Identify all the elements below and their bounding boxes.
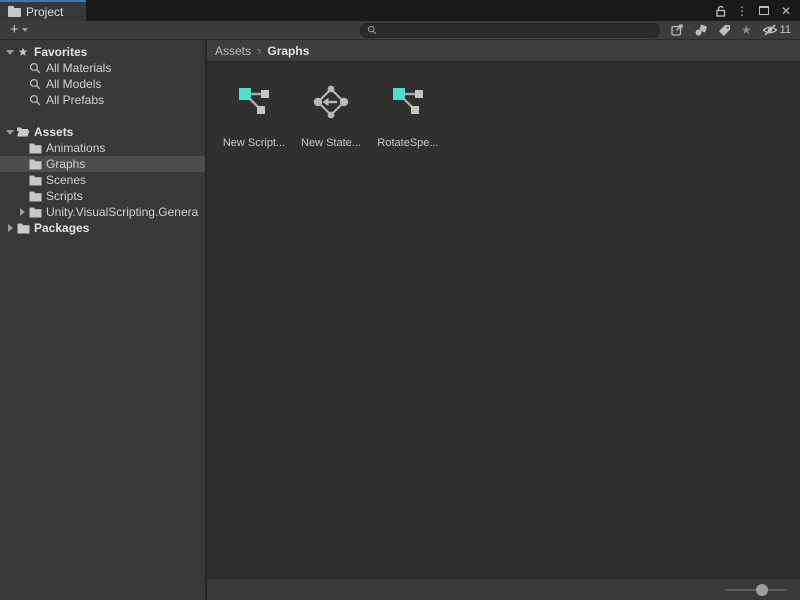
sidebar-item-unity-visualscripting[interactable]: Unity.VisualScripting.Genera (0, 204, 205, 220)
sidebar-item-all-prefabs[interactable]: All Prefabs (0, 92, 205, 108)
unlock-icon[interactable] (712, 3, 728, 19)
status-bar (207, 578, 800, 600)
sidebar-item-label: All Prefabs (46, 93, 104, 107)
content-panel: Assets › Graphs New Script (207, 40, 800, 600)
search-icon (28, 62, 42, 74)
project-window: Project ⋮ ✕ + (0, 0, 800, 600)
script-graph-icon (236, 84, 272, 120)
sidebar-item-label: Packages (34, 221, 89, 235)
sidebar-item-assets[interactable]: Assets (0, 124, 205, 140)
folder-icon (28, 175, 42, 186)
search-icon (28, 94, 42, 106)
window-controls: ⋮ ✕ (712, 0, 800, 21)
asset-item-new-state[interactable]: New State... (294, 84, 368, 149)
open-folder-icon (16, 126, 30, 138)
asset-label: RotateSpe... (377, 137, 438, 149)
search-icon (367, 25, 377, 35)
open-in-new-window-icon[interactable] (665, 22, 689, 39)
folder-icon (28, 159, 42, 170)
tab-project[interactable]: Project (0, 0, 86, 21)
plus-icon: + (10, 22, 19, 37)
sidebar-item-all-models[interactable]: All Models (0, 76, 205, 92)
folder-icon (28, 207, 42, 218)
folder-icon (8, 6, 21, 17)
hidden-count-toggle[interactable]: 11 (757, 22, 796, 39)
search-by-label-icon[interactable] (713, 22, 736, 39)
tab-label: Project (26, 5, 63, 19)
state-graph-icon (313, 84, 349, 120)
sidebar-item-label: Scripts (46, 189, 83, 203)
breadcrumb: Assets › Graphs (207, 40, 800, 62)
slider-handle[interactable] (756, 584, 768, 596)
tab-strip: Project ⋮ ✕ (0, 0, 800, 21)
sidebar-item-label: All Materials (46, 61, 111, 75)
maximize-icon[interactable] (756, 3, 772, 19)
caret-collapsed-icon[interactable] (16, 208, 28, 216)
sidebar-item-label: Unity.VisualScripting.Genera (46, 205, 198, 219)
caret-collapsed-icon[interactable] (4, 224, 16, 232)
create-asset-button[interactable]: + (6, 21, 32, 39)
hidden-count: 11 (780, 24, 791, 36)
asset-item-rotatespeed[interactable]: RotateSpe... (371, 84, 445, 149)
sidebar-item-label: Assets (34, 125, 73, 139)
folder-icon (28, 191, 42, 202)
asset-label: New State... (301, 137, 361, 149)
folder-icon (28, 143, 42, 154)
caret-expanded-icon[interactable] (4, 130, 16, 135)
sidebar-item-scenes[interactable]: Scenes (0, 172, 205, 188)
sidebar-item-favorites[interactable]: ★ Favorites (0, 44, 205, 60)
sidebar-item-all-materials[interactable]: All Materials (0, 60, 205, 76)
chevron-right-icon: › (257, 43, 261, 58)
search-icon (28, 78, 42, 90)
search-bar[interactable] (360, 23, 660, 38)
breadcrumb-graphs[interactable]: Graphs (267, 44, 309, 58)
sidebar-item-label: All Models (46, 77, 101, 91)
toolbar: + (0, 21, 800, 40)
sidebar-item-packages[interactable]: Packages (0, 220, 205, 236)
search-input[interactable] (381, 24, 653, 37)
main-area: ★ Favorites All Materials All Models Al (0, 40, 800, 600)
sidebar-item-animations[interactable]: Animations (0, 140, 205, 156)
sidebar-item-label: Animations (46, 141, 105, 155)
sidebar-tree: ★ Favorites All Materials All Models Al (0, 40, 207, 600)
asset-grid: New Script... New (207, 62, 800, 578)
chevron-down-icon (22, 28, 28, 32)
breadcrumb-assets[interactable]: Assets (215, 44, 251, 58)
saved-searches-star-icon[interactable]: ★ (736, 22, 757, 39)
caret-expanded-icon[interactable] (4, 50, 16, 55)
toolbar-icons: ★ 11 (665, 22, 796, 39)
asset-item-new-script[interactable]: New Script... (217, 84, 291, 149)
kebab-menu-icon[interactable]: ⋮ (734, 3, 750, 19)
search-by-type-icon[interactable] (689, 22, 713, 39)
folder-icon (16, 223, 30, 234)
script-graph-icon (390, 84, 426, 120)
asset-label: New Script... (223, 137, 285, 149)
close-icon[interactable]: ✕ (778, 3, 794, 19)
sidebar-item-label: Graphs (46, 157, 85, 171)
star-icon: ★ (16, 46, 30, 58)
sidebar-item-label: Scenes (46, 173, 86, 187)
sidebar-item-graphs[interactable]: Graphs (0, 156, 205, 172)
sidebar-item-label: Favorites (34, 45, 87, 59)
thumbnail-size-slider[interactable] (726, 583, 786, 597)
sidebar-item-scripts[interactable]: Scripts (0, 188, 205, 204)
eye-slash-icon (762, 24, 778, 36)
